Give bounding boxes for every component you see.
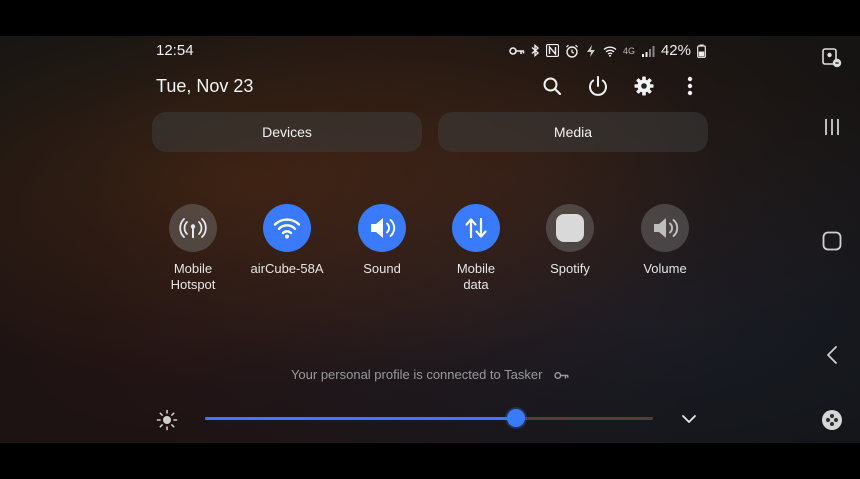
bluetooth-icon — [531, 44, 540, 57]
tile-mobile-hotspot[interactable]: Mobile Hotspot — [146, 204, 240, 293]
recents-icon — [825, 119, 839, 135]
tile-spotify-toggle[interactable] — [546, 204, 594, 252]
power-icon — [589, 76, 607, 96]
data-saver-icon — [585, 44, 597, 58]
wifi-icon — [273, 218, 301, 239]
search-icon — [543, 77, 562, 96]
date: Tue, Nov 23 — [156, 76, 254, 96]
tile-mobile-hotspot-toggle[interactable] — [169, 204, 217, 252]
settings-icon — [634, 76, 654, 96]
recents-button[interactable] — [820, 115, 844, 139]
home-icon — [822, 231, 842, 251]
screenshot-assistant-icon — [822, 48, 842, 68]
brightness-row — [156, 408, 701, 431]
quick-tiles: Mobile Hotspot airCube-58A Sound Mobile … — [146, 204, 712, 304]
status-icons: 4G 42% — [509, 42, 706, 59]
brightness-slider[interactable] — [205, 409, 653, 427]
tile-label: Mobile Hotspot — [170, 261, 216, 292]
tile-mobile-data-toggle[interactable] — [452, 204, 500, 252]
more-options-button[interactable] — [678, 74, 702, 98]
volume-icon — [654, 218, 679, 238]
clock: 12:54 — [156, 42, 194, 59]
tile-wifi[interactable]: airCube-58A — [240, 204, 334, 277]
tile-label: Mobile data — [456, 261, 496, 292]
tile-volume[interactable]: Volume — [618, 204, 712, 277]
tile-volume-toggle[interactable] — [641, 204, 689, 252]
media-button[interactable]: Media — [438, 112, 708, 152]
settings-button[interactable] — [632, 74, 656, 98]
devices-button[interactable]: Devices — [152, 112, 422, 152]
quick-settings-panel: 12:54 4G 42% Tue, Nov 23 Devices Media M… — [0, 36, 860, 443]
tile-mobile-data[interactable]: Mobile data — [429, 204, 523, 293]
tile-spotify[interactable]: Spotify — [523, 204, 617, 277]
network-type: 4G — [622, 45, 635, 56]
tile-label: Spotify — [550, 261, 590, 276]
profile-notice[interactable]: Your personal profile is connected to Ta… — [0, 367, 860, 383]
battery-percent: 42% — [660, 42, 691, 59]
top-actions — [540, 74, 702, 98]
screenshot-assistant-button[interactable] — [820, 46, 844, 70]
vpn-key-icon — [509, 46, 525, 56]
wifi-icon — [603, 45, 617, 57]
brightness-slider-fill — [205, 417, 516, 420]
tile-label: Volume — [643, 261, 687, 276]
more-options-icon — [687, 76, 693, 96]
tile-wifi-toggle[interactable] — [263, 204, 311, 252]
game-launcher-button[interactable] — [820, 408, 844, 432]
brightness-slider-thumb[interactable] — [506, 409, 525, 427]
tile-label: Sound — [363, 261, 401, 276]
tile-sound[interactable]: Sound — [335, 204, 429, 277]
chevron-down-icon[interactable] — [680, 410, 698, 428]
alarm-icon — [565, 44, 579, 58]
battery-icon — [697, 44, 706, 58]
status-bar: 12:54 4G 42% — [156, 42, 706, 60]
tile-sound-toggle[interactable] — [358, 204, 406, 252]
mobile-data-icon — [465, 217, 487, 239]
tile-label: airCube-58A — [250, 261, 324, 276]
nfc-icon — [545, 44, 559, 57]
vpn-key-icon — [554, 368, 569, 383]
back-icon — [827, 346, 837, 364]
back-button[interactable] — [820, 343, 844, 367]
volume-icon — [371, 218, 396, 238]
signal-icon — [641, 45, 655, 57]
game-launcher-icon — [822, 410, 842, 430]
profile-notice-text: Your personal profile is connected to Ta… — [290, 367, 543, 382]
home-button[interactable] — [820, 229, 844, 253]
brightness-icon — [156, 409, 178, 431]
search-button[interactable] — [540, 74, 564, 98]
navigation-bar — [812, 36, 852, 443]
power-button[interactable] — [586, 74, 610, 98]
spotify-icon — [556, 214, 584, 242]
hotspot-icon — [179, 218, 207, 238]
